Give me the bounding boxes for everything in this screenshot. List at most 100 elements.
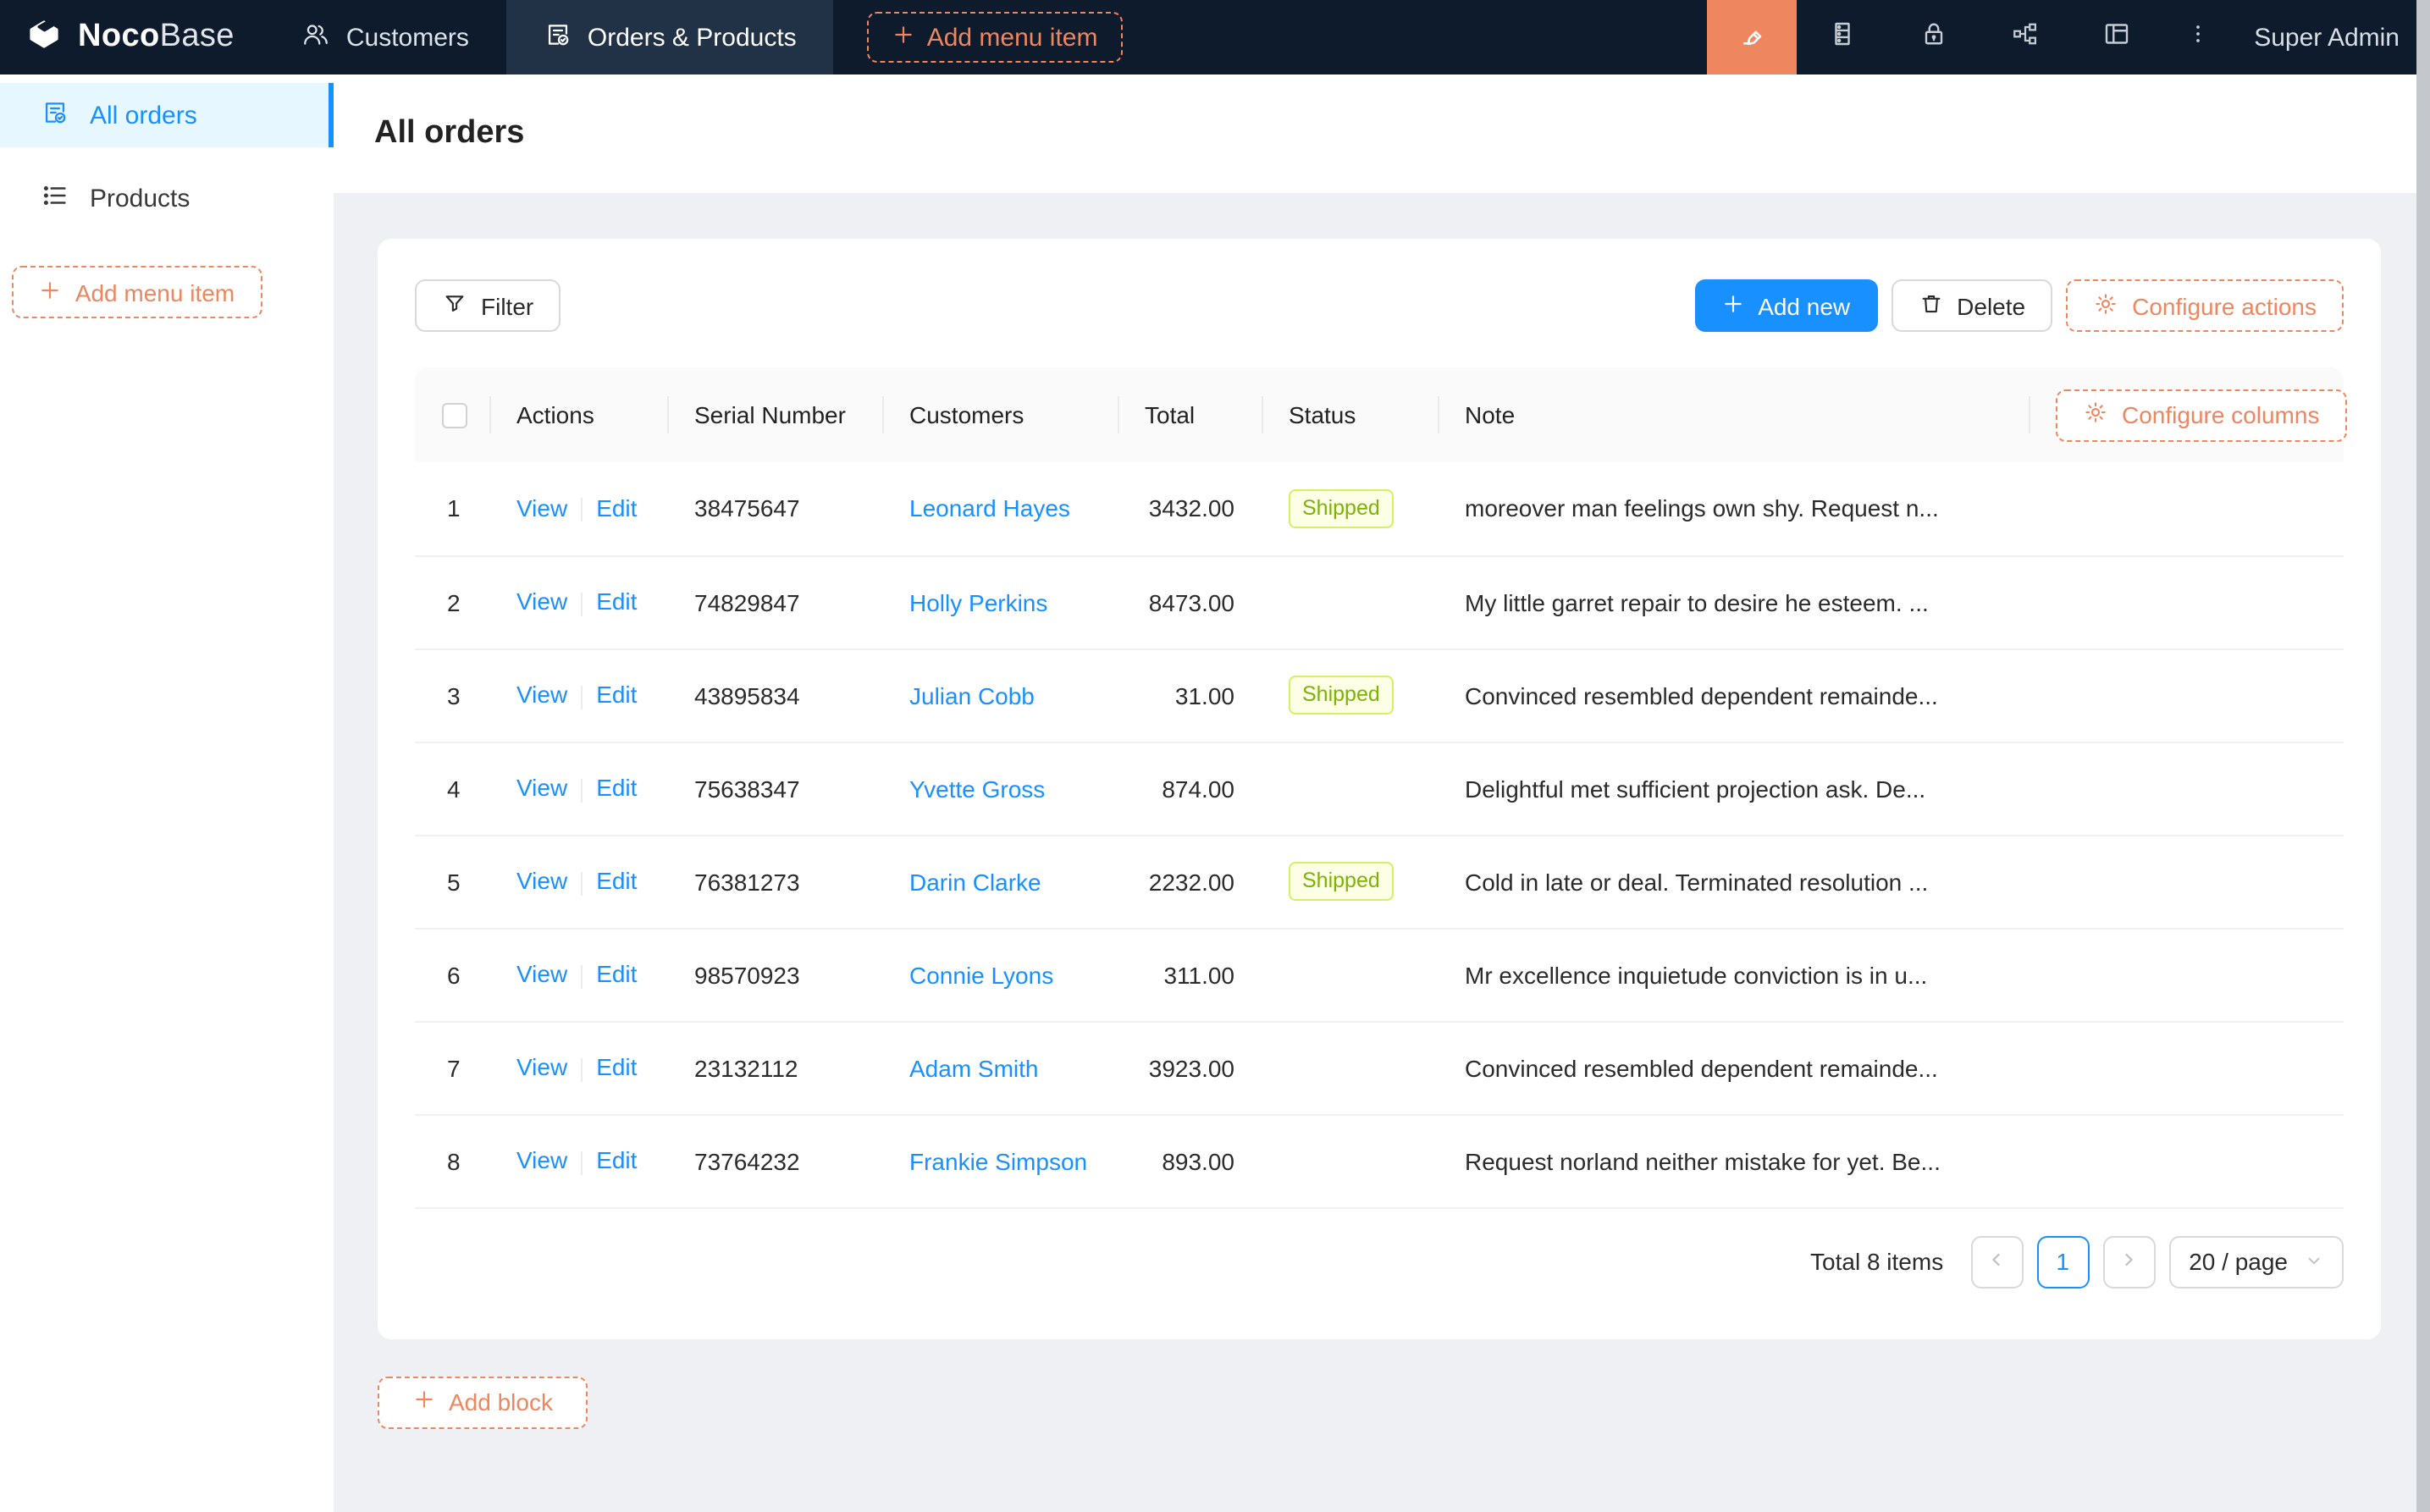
delete-button[interactable]: Delete <box>1891 279 2052 332</box>
customer-link[interactable]: Connie Lyons <box>909 961 1053 988</box>
table-row: 8 ViewEdit 73764232 Frankie Simpson 893.… <box>415 1114 2344 1207</box>
sidebar-item-label: Products <box>90 184 190 212</box>
configure-actions-button[interactable]: Configure actions <box>2066 279 2344 332</box>
customer-cell: Adam Smith <box>882 1021 1118 1114</box>
customer-link[interactable]: Holly Perkins <box>909 588 1047 615</box>
empty-cell <box>2029 462 2344 555</box>
serial-number-cell: 73764232 <box>667 1114 882 1207</box>
total-cell: 2232.00 <box>1118 835 1262 928</box>
link-divider <box>581 1057 583 1081</box>
table-row: 2 ViewEdit 74829847 Holly Perkins 8473.0… <box>415 555 2344 648</box>
customer-cell: Frankie Simpson <box>882 1114 1118 1207</box>
pagination-total: Total 8 items <box>1810 1248 1943 1275</box>
delete-button-label: Delete <box>1957 292 2025 319</box>
nocobase-logo[interactable]: NocoBase <box>0 0 265 74</box>
page-size-select[interactable]: 20 / page <box>2168 1235 2344 1288</box>
sidebar-add-menu-item-button[interactable]: Add menu item <box>12 266 262 318</box>
ellipsis-vertical-icon <box>2184 19 2212 55</box>
layout-button[interactable] <box>2071 0 2162 74</box>
nav-add-menu-item-button[interactable]: Add menu item <box>868 12 1124 63</box>
edit-link[interactable]: Edit <box>596 961 637 988</box>
configure-columns-button[interactable]: Configure columns <box>2056 389 2346 441</box>
sidebar-item-all-orders[interactable]: All orders <box>0 83 334 147</box>
ui-editor-button[interactable] <box>1707 0 1797 74</box>
table-toolbar: Filter Add new <box>415 279 2344 332</box>
pagination: Total 8 items 1 <box>415 1235 2344 1288</box>
edit-link[interactable]: Edit <box>596 494 637 521</box>
pagination-prev-button[interactable] <box>1970 1235 2023 1288</box>
page-size-value: 20 / page <box>2189 1248 2288 1275</box>
edit-link[interactable]: Edit <box>596 868 637 895</box>
add-block-button[interactable]: Add block <box>378 1376 588 1428</box>
view-link[interactable]: View <box>516 682 567 709</box>
more-options-button[interactable] <box>2162 0 2234 74</box>
gear-icon <box>2083 400 2108 430</box>
permissions-button[interactable] <box>1888 0 1980 74</box>
customer-link[interactable]: Yvette Gross <box>909 775 1045 802</box>
edit-link[interactable]: Edit <box>596 588 637 615</box>
plus-icon <box>893 23 915 52</box>
note-cell: Request norland neither mistake for yet.… <box>1438 1114 2029 1207</box>
filter-button[interactable]: Filter <box>415 279 561 332</box>
customer-link[interactable]: Adam Smith <box>909 1054 1039 1081</box>
add-new-button[interactable]: Add new <box>1695 279 1877 332</box>
orders-form-icon <box>544 19 572 55</box>
empty-cell <box>2029 928 2344 1021</box>
table-row: 3 ViewEdit 43895834 Julian Cobb 31.00 Sh… <box>415 648 2344 742</box>
empty-cell <box>2029 1114 2344 1207</box>
edit-link[interactable]: Edit <box>596 1054 637 1081</box>
view-link[interactable]: View <box>516 961 567 988</box>
scrollbar[interactable] <box>2416 0 2430 1512</box>
nav-add-menu-item-label: Add menu item <box>927 23 1098 52</box>
user-menu[interactable]: Super Admin <box>2234 0 2430 74</box>
lock-icon <box>1919 18 1949 57</box>
orders-table: Actions Serial Number Customers Total St… <box>415 367 2344 1208</box>
status-cell <box>1262 1021 1438 1114</box>
plus-icon <box>413 1388 435 1415</box>
customer-cell: Connie Lyons <box>882 928 1118 1021</box>
customer-cell: Julian Cobb <box>882 648 1118 742</box>
link-divider <box>581 778 583 802</box>
note-cell: My little garret repair to desire he est… <box>1438 555 2029 648</box>
serial-number-cell: 76381273 <box>667 835 882 928</box>
view-link[interactable]: View <box>516 1054 567 1081</box>
configure-actions-label: Configure actions <box>2132 292 2317 319</box>
customer-link[interactable]: Leonard Hayes <box>909 495 1070 522</box>
sidebar-item-products[interactable]: Products <box>0 166 334 230</box>
nocobase-logo-icon <box>24 13 64 62</box>
pagination-next-button[interactable] <box>2102 1235 2155 1288</box>
view-link[interactable]: View <box>516 1147 567 1174</box>
view-link[interactable]: View <box>516 775 567 802</box>
nav-item-customers[interactable]: Customers <box>265 0 506 74</box>
pagination-page-1[interactable]: 1 <box>2036 1235 2089 1288</box>
empty-cell <box>2029 555 2344 648</box>
collections-button[interactable] <box>1797 0 1888 74</box>
row-index: 2 <box>415 555 489 648</box>
orders-form-icon <box>41 97 69 133</box>
navbar-right-tools: Super Admin <box>1707 0 2430 74</box>
edit-link[interactable]: Edit <box>596 775 637 802</box>
note-cell: Cold in late or deal. Terminated resolut… <box>1438 835 2029 928</box>
note-cell: moreover man feelings own shy. Request n… <box>1438 462 2029 555</box>
row-index: 3 <box>415 648 489 742</box>
customer-link[interactable]: Frankie Simpson <box>909 1147 1087 1174</box>
column-header-total: Total <box>1118 367 1262 462</box>
nav-item-orders-products[interactable]: Orders & Products <box>506 0 834 74</box>
select-all-checkbox[interactable] <box>442 404 467 429</box>
table-row: 5 ViewEdit 76381273 Darin Clarke 2232.00… <box>415 835 2344 928</box>
customer-link[interactable]: Darin Clarke <box>909 868 1041 895</box>
view-link[interactable]: View <box>516 494 567 521</box>
customer-link[interactable]: Julian Cobb <box>909 682 1035 709</box>
serial-number-cell: 98570923 <box>667 928 882 1021</box>
filter-icon <box>442 290 467 321</box>
view-link[interactable]: View <box>516 588 567 615</box>
total-cell: 311.00 <box>1118 928 1262 1021</box>
column-header-actions: Actions <box>489 367 667 462</box>
gear-icon <box>2093 290 2118 321</box>
edit-link[interactable]: Edit <box>596 1147 637 1174</box>
link-divider <box>581 592 583 615</box>
plugins-button[interactable] <box>1980 0 2071 74</box>
view-link[interactable]: View <box>516 868 567 895</box>
edit-link[interactable]: Edit <box>596 682 637 709</box>
orders-table-body: 1 ViewEdit 38475647 Leonard Hayes 3432.0… <box>415 462 2344 1207</box>
